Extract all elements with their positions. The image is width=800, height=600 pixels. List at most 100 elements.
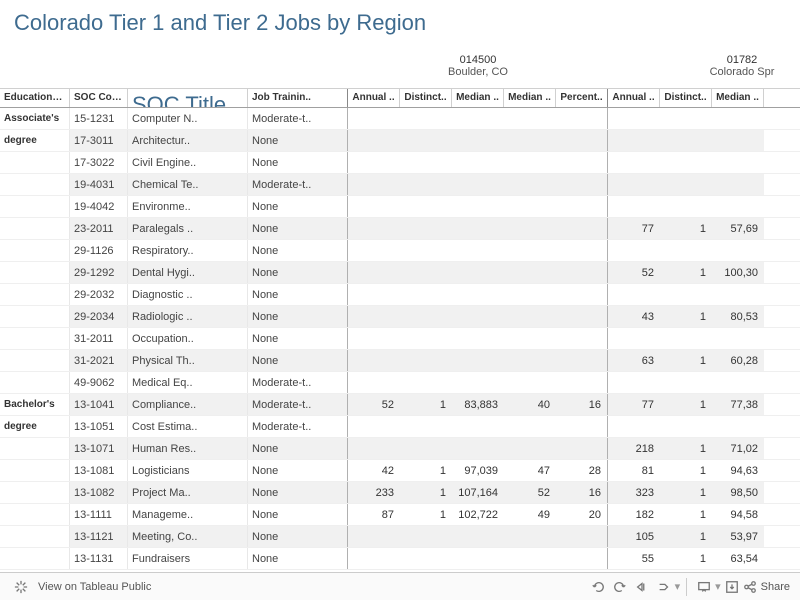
data-cell: 1 — [400, 394, 452, 415]
data-cell — [452, 152, 504, 173]
share-button[interactable]: Share — [743, 580, 790, 594]
data-cell — [452, 218, 504, 239]
header-education[interactable]: Education V.. — [0, 89, 70, 107]
training-cell: None — [248, 438, 348, 459]
data-cell — [660, 196, 712, 217]
download-icon[interactable] — [721, 576, 743, 598]
soc-code-cell: 13-1121 — [70, 526, 128, 547]
tableau-link[interactable]: View on Tableau Public — [38, 581, 151, 593]
data-cell — [504, 174, 556, 195]
header-data-col[interactable]: Median .. — [712, 89, 764, 107]
data-cell — [608, 196, 660, 217]
data-cell: 80,53 — [712, 306, 764, 327]
data-cell — [504, 218, 556, 239]
header-data-col[interactable]: Distinct.. — [400, 89, 452, 107]
training-cell: None — [248, 196, 348, 217]
data-cell — [712, 152, 764, 173]
soc-title-cell: Chemical Te.. — [128, 174, 248, 195]
data-cell — [556, 306, 608, 327]
share-label: Share — [761, 581, 790, 593]
header-data-col[interactable]: Distinct.. — [660, 89, 712, 107]
table-row[interactable]: Bachelor's13-1041Compliance..Moderate-t.… — [0, 394, 800, 416]
table-row[interactable]: 19-4042Environme..None — [0, 196, 800, 218]
data-cell: 83,883 — [452, 394, 504, 415]
data-cell — [348, 284, 400, 305]
data-cell — [452, 108, 504, 129]
data-cell — [400, 306, 452, 327]
replay-icon[interactable] — [631, 576, 653, 598]
data-cell — [452, 130, 504, 151]
education-cell: degree — [0, 130, 70, 151]
header-training[interactable]: Job Trainin.. — [248, 89, 348, 107]
soc-code-cell: 49-9062 — [70, 372, 128, 393]
header-data-col[interactable]: Median .. — [452, 89, 504, 107]
soc-code-cell: 31-2021 — [70, 350, 128, 371]
data-cell: 102,722 — [452, 504, 504, 525]
undo-icon[interactable] — [587, 576, 609, 598]
table-row[interactable]: 29-1292Dental Hygi..None521100,30 — [0, 262, 800, 284]
table-row[interactable]: 17-3022Civil Engine..None — [0, 152, 800, 174]
data-cell: 97,039 — [452, 460, 504, 481]
data-cell: 1 — [660, 394, 712, 415]
table-row[interactable]: 29-2032Diagnostic ..None — [0, 284, 800, 306]
header-data-col[interactable]: Annual .. — [348, 89, 400, 107]
data-cell: 94,58 — [712, 504, 764, 525]
table-row[interactable]: 13-1121Meeting, Co..None105153,97 — [0, 526, 800, 548]
table-row[interactable]: 13-1111Manageme..None871102,722492018219… — [0, 504, 800, 526]
header-data-col[interactable]: Annual .. — [608, 89, 660, 107]
tableau-logo-icon[interactable] — [10, 576, 32, 598]
soc-code-cell: 29-2032 — [70, 284, 128, 305]
soc-code-cell: 13-1082 — [70, 482, 128, 503]
training-cell: None — [248, 504, 348, 525]
header-soc-title[interactable]: SOC Title — [128, 89, 248, 107]
table-row[interactable]: 29-1126Respiratory..None — [0, 240, 800, 262]
training-cell: Moderate-t.. — [248, 416, 348, 437]
soc-title-cell: Human Res.. — [128, 438, 248, 459]
table-row[interactable]: degree13-1051Cost Estima..Moderate-t.. — [0, 416, 800, 438]
education-cell — [0, 548, 70, 569]
region-1: 01782 Colorado Spr — [612, 50, 800, 78]
data-cell — [452, 306, 504, 327]
table-row[interactable]: 13-1071Human Res..None218171,02 — [0, 438, 800, 460]
data-cell — [400, 218, 452, 239]
data-cell: 1 — [400, 482, 452, 503]
table-row[interactable]: 29-2034Radiologic ..None43180,53 — [0, 306, 800, 328]
training-cell: None — [248, 130, 348, 151]
present-icon[interactable] — [693, 576, 715, 598]
redo-icon[interactable] — [609, 576, 631, 598]
table-row[interactable]: degree17-3011Architectur..None — [0, 130, 800, 152]
soc-title-cell: Computer N.. — [128, 108, 248, 129]
training-cell: Moderate-t.. — [248, 394, 348, 415]
soc-code-cell: 17-3022 — [70, 152, 128, 173]
table-row[interactable]: 23-2011Paralegals ..None77157,69 — [0, 218, 800, 240]
data-cell — [660, 130, 712, 151]
header-data-col[interactable]: Percent.. — [556, 89, 608, 107]
table-row[interactable]: 19-4031Chemical Te..Moderate-t.. — [0, 174, 800, 196]
region-code: 01782 — [612, 50, 800, 66]
table-row[interactable]: 31-2021Physical Th..None63160,28 — [0, 350, 800, 372]
training-cell: None — [248, 460, 348, 481]
data-cell — [452, 438, 504, 459]
data-cell: 49 — [504, 504, 556, 525]
data-cell — [400, 372, 452, 393]
header-data-col[interactable]: Median .. — [504, 89, 556, 107]
soc-title-cell: Compliance.. — [128, 394, 248, 415]
data-cell: 63,54 — [712, 548, 764, 569]
region-name: Colorado Spr — [612, 66, 800, 78]
table-row[interactable]: 31-2011Occupation..None — [0, 328, 800, 350]
table-row[interactable]: 13-1082Project Ma..None2331107,164521632… — [0, 482, 800, 504]
table-row[interactable]: 13-1131FundraisersNone55163,54 — [0, 548, 800, 570]
soc-code-cell: 19-4042 — [70, 196, 128, 217]
data-cell: 100,30 — [712, 262, 764, 283]
region-0: 014500 Boulder, CO — [348, 50, 608, 78]
table-row[interactable]: 13-1081LogisticiansNone42197,03947288119… — [0, 460, 800, 482]
header-soc-code[interactable]: SOC Code — [70, 89, 128, 107]
education-cell — [0, 526, 70, 547]
pause-icon[interactable] — [653, 576, 675, 598]
table-row[interactable]: Associate's15-1231Computer N..Moderate-t… — [0, 108, 800, 130]
data-cell — [712, 196, 764, 217]
data-cell — [348, 526, 400, 547]
table-row[interactable]: 49-9062Medical Eq..Moderate-t.. — [0, 372, 800, 394]
data-cell — [712, 372, 764, 393]
training-cell: Moderate-t.. — [248, 108, 348, 129]
